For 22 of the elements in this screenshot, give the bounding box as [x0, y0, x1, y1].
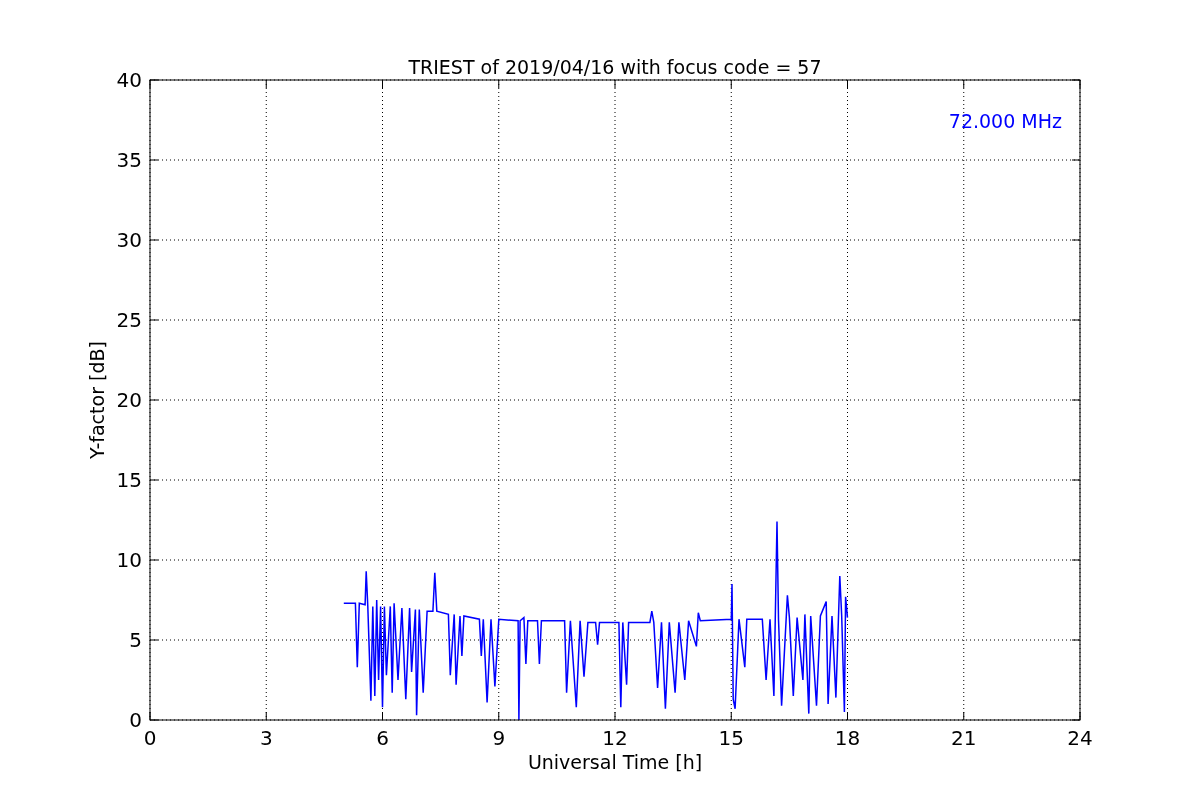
- chart-title: TRIEST of 2019/04/16 with focus code = 57: [408, 56, 822, 78]
- y-tick-label: 15: [116, 468, 142, 492]
- x-tick-label: 9: [492, 726, 506, 750]
- y-tick-label: 5: [129, 628, 142, 652]
- y-tick-label: 20: [116, 388, 142, 412]
- x-tick-label: 18: [834, 726, 861, 750]
- x-tick-label: 24: [1067, 726, 1093, 750]
- y-tick-label: 35: [116, 148, 142, 172]
- x-tick-label: 6: [376, 726, 389, 750]
- x-tick-label: 0: [143, 726, 157, 750]
- x-tick-label: 12: [602, 726, 628, 750]
- y-tick-label: 25: [116, 308, 142, 332]
- x-tick-label: 3: [259, 726, 273, 750]
- y-tick-label: 10: [116, 548, 142, 572]
- x-tick-label: 15: [718, 726, 744, 750]
- y-tick-label: 40: [116, 68, 142, 92]
- x-tick-label: 21: [951, 726, 977, 750]
- y-tick-label: 30: [116, 228, 142, 252]
- y-tick-label: 0: [129, 708, 142, 732]
- x-axis-label: Universal Time [h]: [527, 751, 703, 773]
- series-label: 72.000 MHz: [948, 110, 1062, 132]
- y-axis-label: Y-factor [dB]: [86, 341, 108, 459]
